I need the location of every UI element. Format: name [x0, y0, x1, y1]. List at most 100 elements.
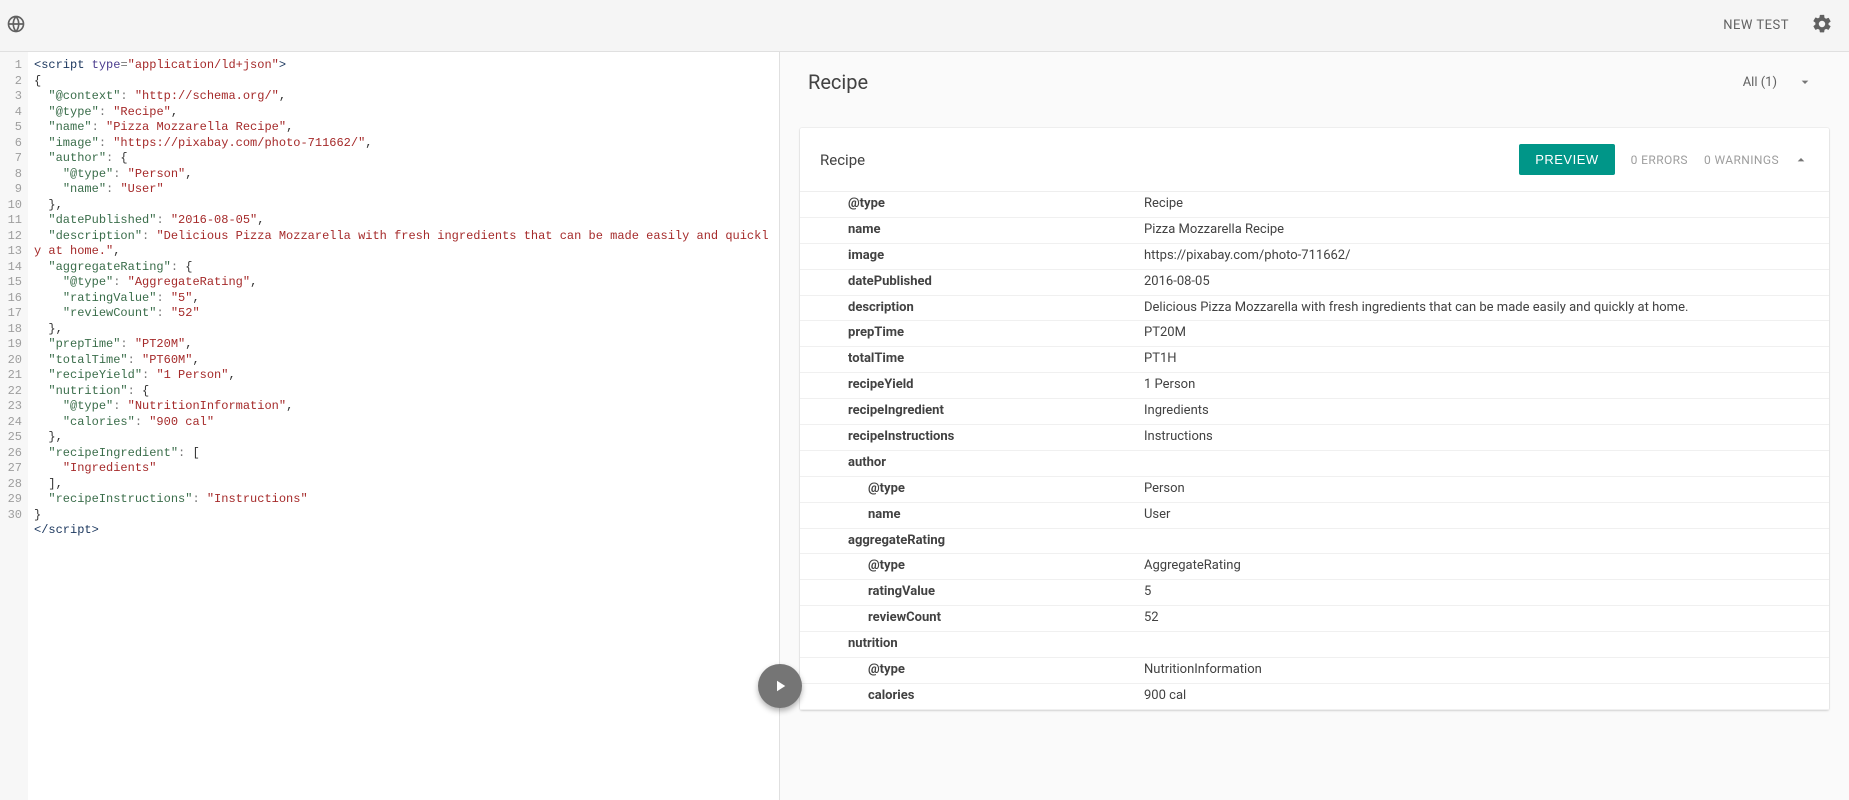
line-number: 3: [0, 89, 22, 105]
code-line[interactable]: <script type="application/ld+json">: [34, 58, 769, 74]
property-value: Pizza Mozzarella Recipe: [1144, 218, 1829, 243]
line-number: 20: [0, 353, 22, 369]
line-number: 4: [0, 105, 22, 121]
table-row: @typeRecipe: [800, 192, 1829, 218]
code-line[interactable]: "calories": "900 cal": [34, 415, 769, 431]
property-value: [1144, 529, 1829, 537]
property-value: [1144, 632, 1829, 640]
code-line[interactable]: {: [34, 74, 769, 90]
gear-icon[interactable]: [1803, 13, 1833, 39]
code-line[interactable]: },: [34, 322, 769, 338]
table-row: imagehttps://pixabay.com/photo-711662/: [800, 244, 1829, 270]
code-line[interactable]: "name": "User": [34, 182, 769, 198]
new-test-button[interactable]: NEW TEST: [1709, 10, 1803, 41]
results-title: Recipe: [808, 70, 868, 94]
code-line[interactable]: "@context": "http://schema.org/",: [34, 89, 769, 105]
line-number: 26: [0, 446, 22, 462]
property-value: Delicious Pizza Mozzarella with fresh in…: [1144, 296, 1829, 321]
table-row: totalTimePT1H: [800, 347, 1829, 373]
code-line[interactable]: },: [34, 198, 769, 214]
code-line[interactable]: "reviewCount": "52": [34, 306, 769, 322]
code-line[interactable]: "description": "Delicious Pizza Mozzarel…: [34, 229, 769, 260]
code-line[interactable]: "totalTime": "PT60M",: [34, 353, 769, 369]
table-row: descriptionDelicious Pizza Mozzarella wi…: [800, 296, 1829, 322]
property-value: Recipe: [1144, 192, 1829, 217]
property-value: Person: [1144, 477, 1829, 502]
code-line[interactable]: "datePublished": "2016-08-05",: [34, 213, 769, 229]
line-number: 16: [0, 291, 22, 307]
code-line[interactable]: "@type": "Person",: [34, 167, 769, 183]
table-row: author: [800, 451, 1829, 477]
code-line[interactable]: "@type": "Recipe",: [34, 105, 769, 121]
property-value: Ingredients: [1144, 399, 1829, 424]
run-button[interactable]: [758, 664, 802, 708]
topbar: NEW TEST: [0, 0, 1849, 52]
property-value: User: [1144, 503, 1829, 528]
table-row: nutrition: [800, 632, 1829, 658]
result-card-header[interactable]: Recipe PREVIEW 0 ERRORS 0 WARNINGS: [800, 128, 1829, 191]
code-line[interactable]: "recipeInstructions": "Instructions": [34, 492, 769, 508]
code-line[interactable]: "Ingredients": [34, 461, 769, 477]
line-number: 19: [0, 337, 22, 353]
result-card-title: Recipe: [820, 151, 865, 169]
code-line[interactable]: "prepTime": "PT20M",: [34, 337, 769, 353]
code-line[interactable]: </script>: [34, 523, 769, 539]
table-row: ratingValue5: [800, 580, 1829, 606]
property-key: recipeYield: [800, 373, 1144, 398]
property-key: reviewCount: [800, 606, 1144, 631]
property-value: NutritionInformation: [1144, 658, 1829, 683]
line-number: 11: [0, 213, 22, 229]
table-row: datePublished2016-08-05: [800, 270, 1829, 296]
line-number: 25: [0, 430, 22, 446]
line-number: 14: [0, 260, 22, 276]
property-value: 900 cal: [1144, 684, 1829, 709]
line-number: 28: [0, 477, 22, 493]
code-editor[interactable]: 1234567891011121314151617181920212223242…: [0, 52, 780, 800]
code-line[interactable]: "name": "Pizza Mozzarella Recipe",: [34, 120, 769, 136]
code-line[interactable]: },: [34, 430, 769, 446]
table-row: recipeIngredientIngredients: [800, 399, 1829, 425]
property-value: [1144, 451, 1829, 459]
result-card: Recipe PREVIEW 0 ERRORS 0 WARNINGS @type…: [800, 128, 1829, 710]
property-key: @type: [800, 192, 1144, 217]
property-value: 5: [1144, 580, 1829, 605]
line-number: 22: [0, 384, 22, 400]
code-line[interactable]: "recipeIngredient": [: [34, 446, 769, 462]
preview-button[interactable]: PREVIEW: [1519, 144, 1614, 175]
errors-count: 0 ERRORS: [1631, 153, 1688, 167]
results-header: Recipe All (1): [780, 52, 1849, 112]
property-key: author: [800, 451, 1144, 476]
code-line[interactable]: "nutrition": {: [34, 384, 769, 400]
line-number: 13: [0, 244, 22, 260]
line-number: 12: [0, 229, 22, 245]
chevron-down-icon: [1797, 74, 1813, 90]
property-key: name: [800, 218, 1144, 243]
table-row: @typeAggregateRating: [800, 554, 1829, 580]
code-line[interactable]: "recipeYield": "1 Person",: [34, 368, 769, 384]
line-number: 9: [0, 182, 22, 198]
property-value: PT20M: [1144, 321, 1829, 346]
table-row: nameUser: [800, 503, 1829, 529]
table-row: aggregateRating: [800, 529, 1829, 555]
code-line[interactable]: "ratingValue": "5",: [34, 291, 769, 307]
line-number: 7: [0, 151, 22, 167]
line-number: 15: [0, 275, 22, 291]
results-pane: Recipe All (1) Recipe PREVIEW 0 ERRORS 0…: [780, 52, 1849, 800]
code-line[interactable]: "aggregateRating": {: [34, 260, 769, 276]
property-key: aggregateRating: [800, 529, 1144, 554]
property-table: @typeRecipenamePizza Mozzarella Recipeim…: [800, 191, 1829, 710]
line-number: 8: [0, 167, 22, 183]
code-line[interactable]: "@type": "NutritionInformation",: [34, 399, 769, 415]
code-line[interactable]: "image": "https://pixabay.com/photo-7116…: [34, 136, 769, 152]
table-row: recipeInstructionsInstructions: [800, 425, 1829, 451]
code-content[interactable]: <script type="application/ld+json">{ "@c…: [28, 52, 779, 800]
globe-icon[interactable]: [6, 14, 26, 38]
code-line[interactable]: "@type": "AggregateRating",: [34, 275, 769, 291]
code-line[interactable]: ],: [34, 477, 769, 493]
code-line[interactable]: }: [34, 508, 769, 524]
line-number: 27: [0, 461, 22, 477]
chevron-up-icon[interactable]: [1793, 152, 1809, 168]
property-key: totalTime: [800, 347, 1144, 372]
results-filter-select[interactable]: All (1): [1735, 68, 1821, 96]
code-line[interactable]: "author": {: [34, 151, 769, 167]
